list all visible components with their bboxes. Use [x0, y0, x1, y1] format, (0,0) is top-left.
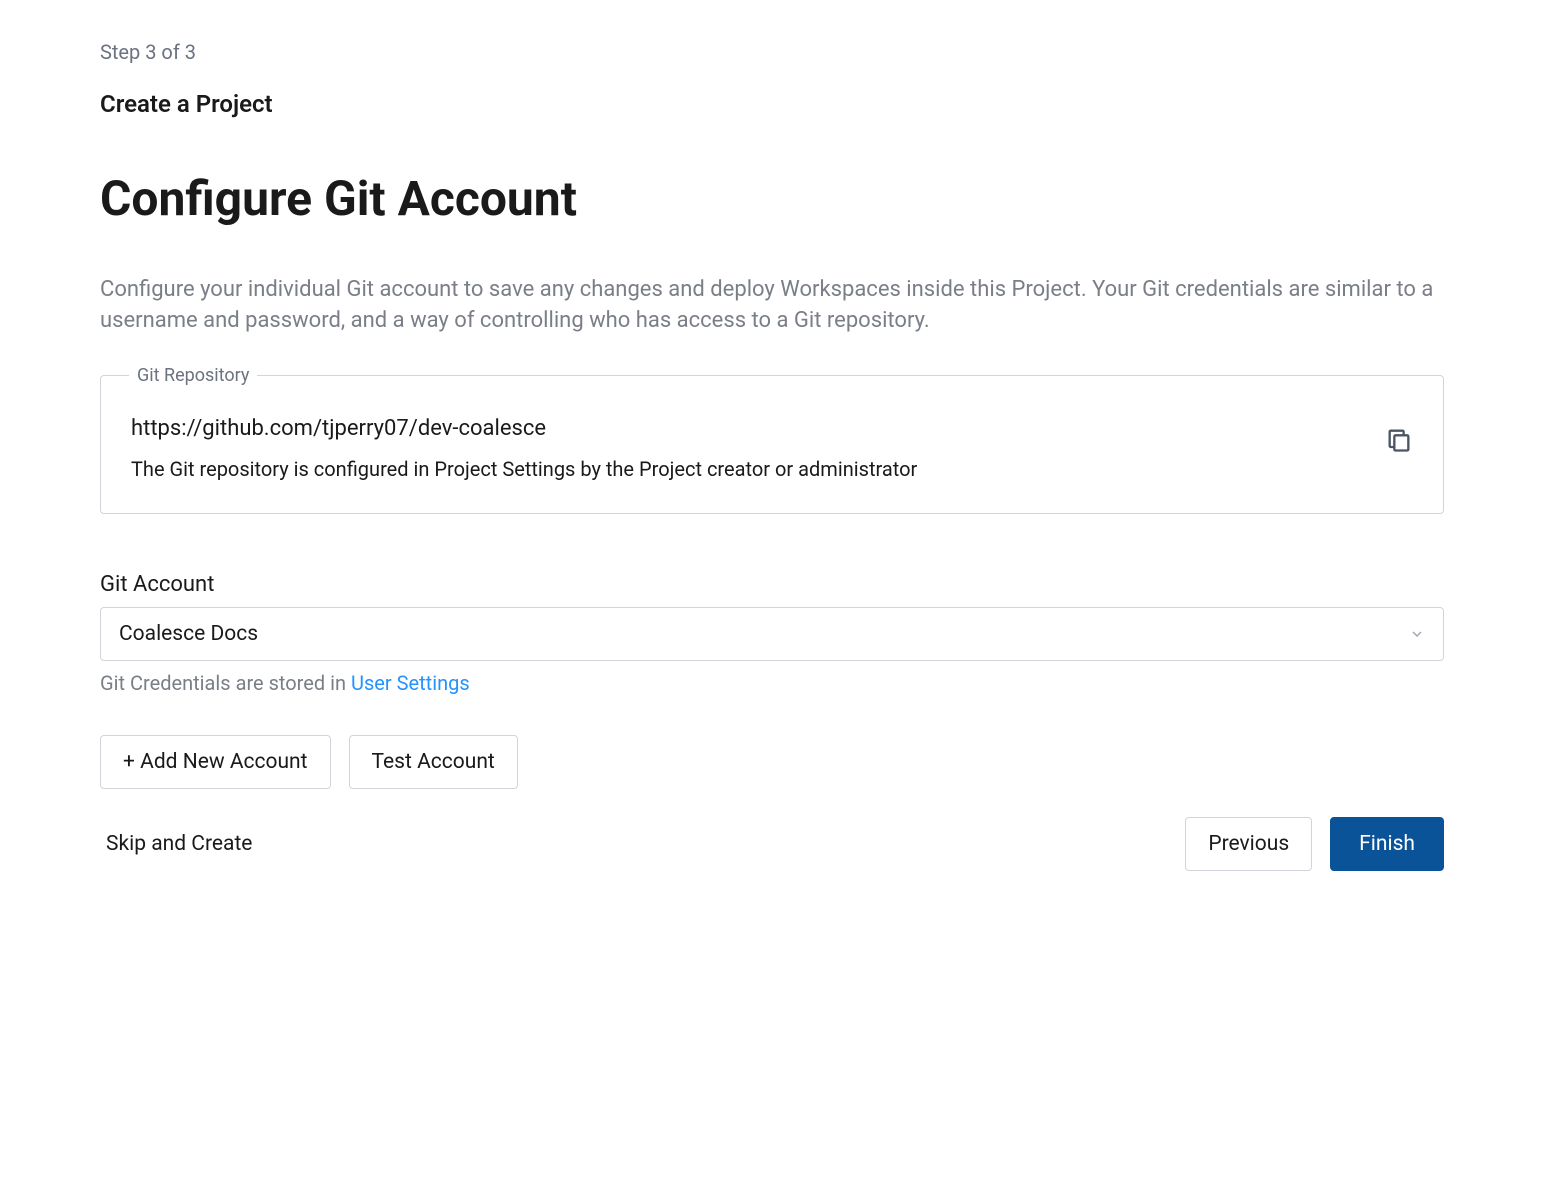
previous-button[interactable]: Previous	[1185, 817, 1312, 871]
description-text: Configure your individual Git account to…	[100, 275, 1444, 337]
test-account-button[interactable]: Test Account	[349, 735, 518, 789]
page-title: Configure Git Account	[100, 170, 1444, 227]
chevron-down-icon	[1409, 626, 1425, 642]
step-indicator: Step 3 of 3	[100, 40, 1444, 64]
hint-prefix: Git Credentials are stored in	[100, 671, 351, 695]
git-repository-url: https://github.com/tjperry07/dev-coalesc…	[131, 416, 1365, 441]
git-repository-fieldset: Git Repository https://github.com/tjperr…	[100, 375, 1444, 514]
add-new-account-button[interactable]: + Add New Account	[100, 735, 331, 789]
copy-icon[interactable]	[1385, 426, 1413, 454]
page-subtitle: Create a Project	[100, 90, 1444, 118]
user-settings-link[interactable]: User Settings	[351, 671, 470, 695]
skip-and-create-link[interactable]: Skip and Create	[100, 832, 252, 856]
git-repository-legend: Git Repository	[129, 365, 257, 386]
git-account-select[interactable]: Coalesce Docs	[100, 607, 1444, 661]
git-account-selected-value: Coalesce Docs	[119, 622, 258, 646]
git-repository-note: The Git repository is configured in Proj…	[131, 457, 1365, 481]
finish-button[interactable]: Finish	[1330, 817, 1444, 871]
git-account-label: Git Account	[100, 572, 1444, 597]
git-credentials-hint: Git Credentials are stored in User Setti…	[100, 671, 1444, 695]
